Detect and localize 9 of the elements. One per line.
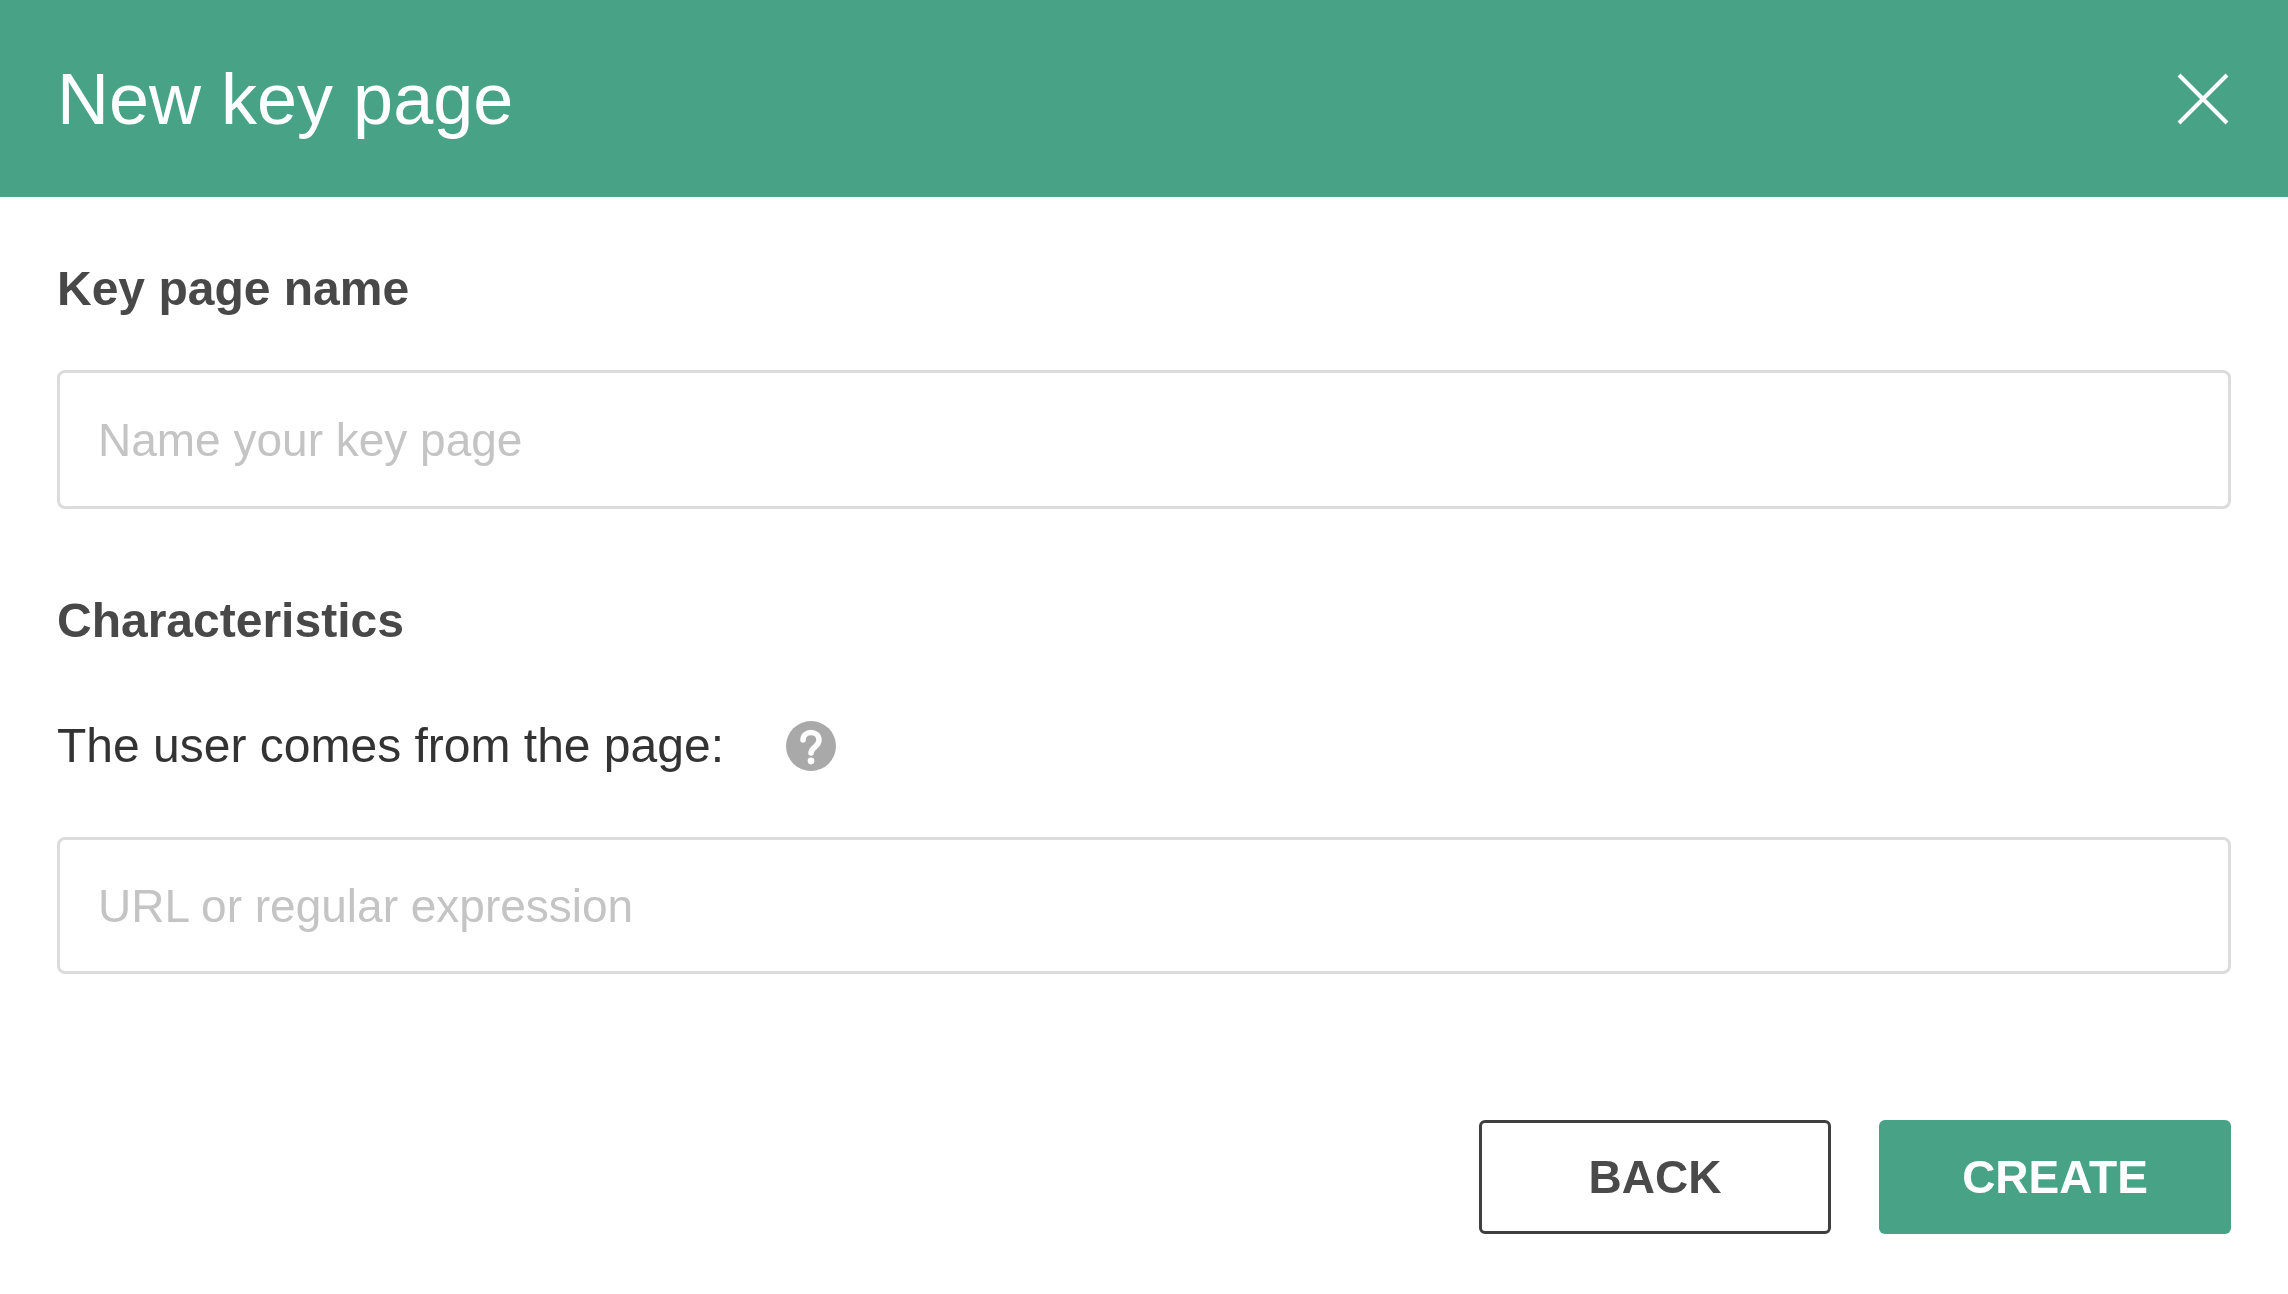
name-field[interactable]: Name your key page <box>57 370 2231 509</box>
section-heading: Characteristics <box>57 593 405 648</box>
url-field[interactable]: URL or regular expression <box>57 837 2231 974</box>
back-button[interactable]: BACK <box>1479 1120 1831 1234</box>
help-icon[interactable] <box>786 720 836 771</box>
dialog-title: New key page <box>57 57 514 140</box>
field-label: The user comes from the page: <box>57 718 724 773</box>
field-label: Key page name <box>57 261 411 316</box>
close-icon[interactable] <box>2176 71 2230 126</box>
